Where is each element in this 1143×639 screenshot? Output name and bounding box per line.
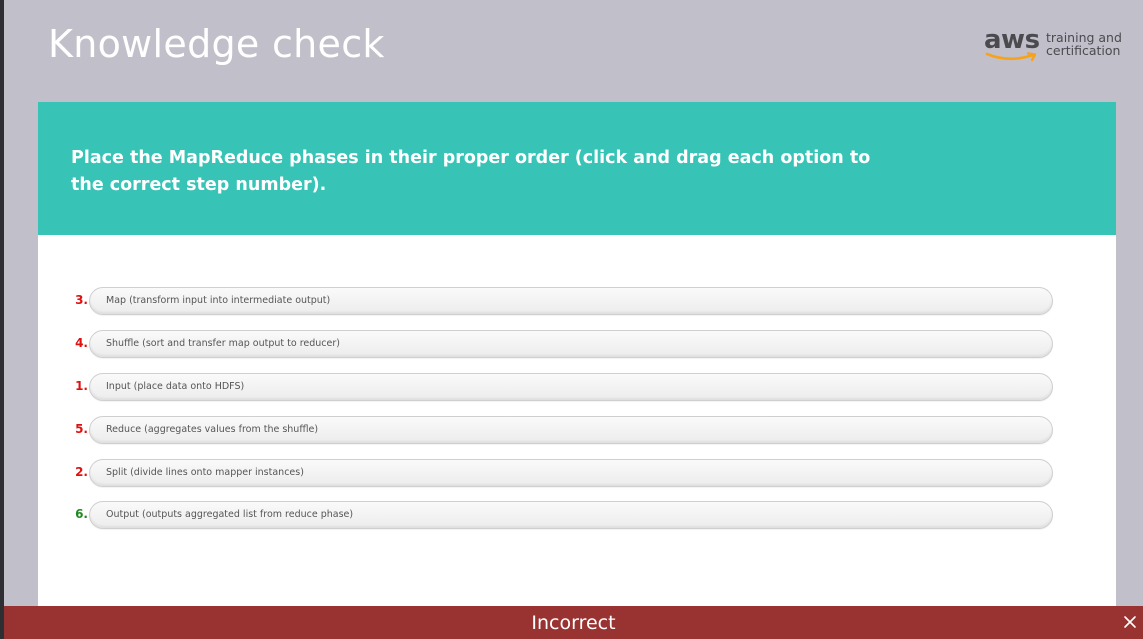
logo-tagline: training and certification <box>1046 31 1122 57</box>
option-row: 4. Shuffle (sort and transfer map output… <box>38 330 1116 358</box>
question-card: Place the MapReduce phases in their prop… <box>38 102 1116 622</box>
option-row: 1. Input (place data onto HDFS) <box>38 373 1116 401</box>
step-number: 6. <box>75 507 88 521</box>
option-label: Shuffle (sort and transfer map output to… <box>106 338 340 349</box>
option-label: Split (divide lines onto mapper instance… <box>106 467 304 478</box>
step-number: 3. <box>75 293 88 307</box>
draggable-option[interactable]: Shuffle (sort and transfer map output to… <box>89 330 1053 358</box>
step-number: 4. <box>75 336 88 350</box>
draggable-option[interactable]: Input (place data onto HDFS) <box>89 373 1053 401</box>
step-number: 5. <box>75 422 88 436</box>
option-row: 6. Output (outputs aggregated list from … <box>38 501 1116 529</box>
option-label: Output (outputs aggregated list from red… <box>106 509 354 520</box>
draggable-option[interactable]: Map (transform input into intermediate o… <box>89 287 1053 315</box>
logo-brand: aws <box>984 25 1040 55</box>
step-number: 1. <box>75 379 88 393</box>
aws-training-logo: aws training and certification <box>984 25 1124 67</box>
option-row: 2. Split (divide lines onto mapper insta… <box>38 459 1116 487</box>
header: Knowledge check aws training and certifi… <box>4 0 1143 96</box>
step-number: 2. <box>75 465 88 479</box>
option-label: Input (place data onto HDFS) <box>106 381 245 392</box>
question-prompt: Place the MapReduce phases in their prop… <box>71 148 871 195</box>
question-banner: Place the MapReduce phases in their prop… <box>38 102 1116 235</box>
aws-smile-icon <box>985 52 1037 62</box>
close-icon[interactable] <box>1121 613 1139 631</box>
option-label: Map (transform input into intermediate o… <box>106 295 331 306</box>
feedback-message: Incorrect <box>531 612 616 634</box>
option-label: Reduce (aggregates values from the shuff… <box>106 424 319 435</box>
draggable-option[interactable]: Output (outputs aggregated list from red… <box>89 501 1053 529</box>
page-title: Knowledge check <box>48 22 385 66</box>
logo-tagline-line2: certification <box>1046 43 1121 58</box>
option-row: 5. Reduce (aggregates values from the sh… <box>38 416 1116 444</box>
draggable-option[interactable]: Split (divide lines onto mapper instance… <box>89 459 1053 487</box>
draggable-option[interactable]: Reduce (aggregates values from the shuff… <box>89 416 1053 444</box>
feedback-bar: Incorrect <box>4 606 1143 639</box>
option-row: 3. Map (transform input into intermediat… <box>38 287 1116 315</box>
